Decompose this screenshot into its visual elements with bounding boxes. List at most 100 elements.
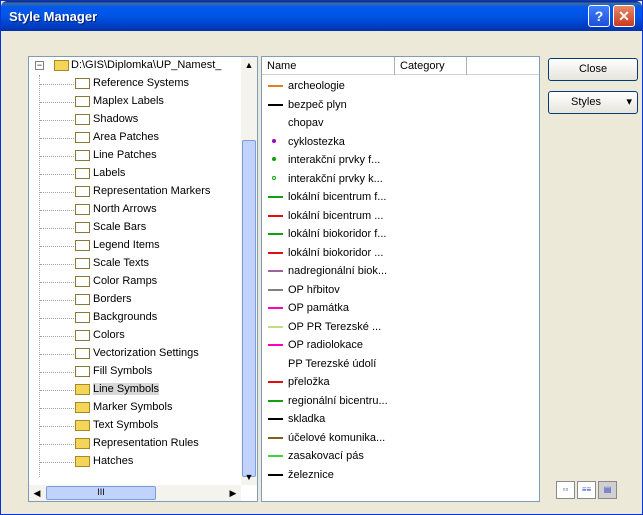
list-item-name: přeložka [288,376,330,388]
tree-item[interactable]: Representation Markers [29,183,241,201]
tree-item[interactable]: Backgrounds [29,309,241,327]
tree-item[interactable]: Shadows [29,111,241,129]
list-item-name: chopav [288,117,324,129]
tree-item[interactable]: Line Symbols [29,381,241,399]
list-item[interactable]: lokální biokoridor f... [262,225,539,243]
list-item[interactable]: železnice [262,466,539,484]
list-item-name: lokální biokoridor f... [288,228,387,240]
tree-connector [40,174,74,175]
list-item[interactable]: zasakovací pás [262,447,539,465]
list-item[interactable]: PP Terezské údolí [262,355,539,373]
tree-horizontal-scrollbar[interactable]: ◀ III ▶ [29,485,241,501]
tree-item[interactable]: Fill Symbols [29,363,241,381]
tree-connector [40,282,74,283]
list-item[interactable]: interakční prvky f... [262,151,539,169]
tree-connector [40,300,74,301]
line-symbol-swatch-icon [268,399,283,402]
tree-item[interactable]: Vectorization Settings [29,345,241,363]
line-symbol-swatch-icon [268,233,283,235]
symbol-list[interactable]: Name Category archeologie bezpeč plyn chop… [261,56,540,502]
title-bar[interactable]: Style Manager ? ✕ [1,1,642,31]
scroll-left-icon[interactable]: ◀ [29,485,45,501]
list-item[interactable]: OP hřbitov [262,281,539,299]
scroll-thumb-horizontal[interactable]: III [46,486,156,500]
tree-item-label: North Arrows [93,203,157,215]
tree-connector [40,372,74,373]
tree-item-label: Reference Systems [93,77,189,89]
tree-item[interactable]: Borders [29,291,241,309]
tree-item[interactable]: Color Ramps [29,273,241,291]
list-item[interactable]: přeložka [262,373,539,391]
help-button[interactable]: ? [588,5,610,27]
scroll-thumb[interactable] [242,140,256,477]
list-item[interactable]: interakční prvky k... [262,170,539,188]
tree-item[interactable]: Scale Texts [29,255,241,273]
details-view-icon[interactable]: ▤ [598,481,617,499]
close-button[interactable]: Close [548,58,638,81]
scroll-right-icon[interactable]: ▶ [225,485,241,501]
list-item[interactable]: OP památka [262,299,539,317]
list-item[interactable]: skladka [262,410,539,428]
list-item[interactable]: archeologie [262,77,539,95]
list-item-name: OP PR Terezské ... [288,320,382,333]
folder-icon [75,168,90,179]
tree-connector [40,318,74,319]
column-header-category[interactable]: Category [395,57,467,75]
folder-icon [75,258,90,269]
tree-item[interactable]: Hatches [29,453,241,471]
list-item-name: interakční prvky f... [288,154,381,166]
line-symbol-swatch-icon [268,288,283,291]
tree-item-label: Backgrounds [93,311,158,323]
tree-item-label: Scale Texts [93,257,150,269]
list-item-name: bezpeč plyn [288,98,347,111]
line-symbol-swatch-icon [268,344,283,346]
line-symbol-swatch-icon [268,122,283,124]
list-item[interactable]: účelové komunika... [262,429,539,447]
tree-item[interactable]: Text Symbols [29,417,241,435]
tree-item[interactable]: Scale Bars [29,219,241,237]
tree-item-label: Maplex Labels [93,95,164,107]
tree-item[interactable]: Labels [29,165,241,183]
column-header-name[interactable]: Name [262,57,395,75]
tree-connector [40,210,74,211]
list-view-icon[interactable]: ≡≡ [577,481,596,499]
list-item-name: lokální bicentrum f... [288,191,387,203]
large-icons-view-icon[interactable]: ▫▫ [556,481,575,499]
tree-root-item[interactable]: − D:\GIS\Diplomka\UP_Namest_ [29,57,241,75]
tree-item[interactable]: Legend Items [29,237,241,255]
list-item-name: interakční prvky k... [288,172,383,185]
folder-icon [75,96,90,107]
tree-item[interactable]: Maplex Labels [29,93,241,111]
list-item[interactable]: lokální bicentrum ... [262,207,539,225]
tree-item[interactable]: North Arrows [29,201,241,219]
folder-icon [75,204,90,215]
list-item[interactable]: nadregionální biok... [262,262,539,280]
styles-button[interactable]: Styles ▾ [548,91,638,114]
tree-item[interactable]: Area Patches [29,129,241,147]
style-tree[interactable]: − D:\GIS\Diplomka\UP_Namest_ Reference S… [28,56,258,502]
list-item[interactable]: OP radiolokace [262,336,539,354]
tree-item[interactable]: Reference Systems [29,75,241,93]
list-item[interactable]: OP PR Terezské ... [262,318,539,336]
folder-icon [75,186,90,197]
tree-connector [40,462,74,463]
tree-item[interactable]: Line Patches [29,147,241,165]
list-item[interactable]: lokální bicentrum f... [262,188,539,206]
collapse-icon[interactable]: − [35,61,44,70]
list-item[interactable]: cyklostezka [262,133,539,151]
tree-item[interactable]: Representation Rules [29,435,241,453]
close-window-button[interactable]: ✕ [613,5,635,27]
tree-connector [40,84,74,85]
line-symbol-swatch-icon [272,138,276,143]
line-symbol-swatch-icon [268,251,283,254]
tree-item[interactable]: Colors [29,327,241,345]
tree-item[interactable]: Marker Symbols [29,399,241,417]
list-item[interactable]: lokální biokoridor ... [262,244,539,262]
list-item[interactable]: bezpeč plyn [262,96,539,114]
scroll-up-icon[interactable]: ▲ [241,57,257,73]
list-item[interactable]: chopav [262,114,539,132]
tree-vertical-scrollbar[interactable]: ▲ ▼ [241,57,257,485]
scroll-down-icon[interactable]: ▼ [241,469,257,485]
folder-icon [75,276,90,287]
list-item[interactable]: regionální bicentru... [262,392,539,410]
